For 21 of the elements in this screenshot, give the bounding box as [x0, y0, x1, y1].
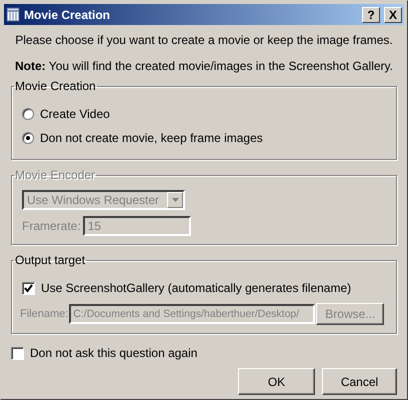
radio-label: Create Video: [40, 107, 110, 121]
cancel-button[interactable]: Cancel: [322, 368, 397, 395]
checkbox[interactable]: [11, 346, 24, 360]
window-title: Movie Creation: [24, 8, 112, 22]
checkbox-label: Don not ask this question again: [30, 346, 198, 360]
radio-button[interactable]: [22, 108, 34, 120]
caret-icon: [172, 198, 178, 202]
group-title: Movie Creation: [14, 79, 97, 93]
radio-label: Don not create movie, keep frame images: [40, 131, 263, 145]
note-text: Note: You will find the created movie/images in the Screenshot Gallery.: [14, 59, 394, 73]
ok-button[interactable]: OK: [238, 368, 315, 395]
intro-text: Please choose if you want to create a movie or keep the image frames.: [14, 33, 394, 47]
help-button[interactable]: ?: [362, 6, 380, 22]
filename-label: Filename:: [20, 308, 68, 320]
framerate-label: Framerate:: [22, 219, 81, 233]
radio-button[interactable]: [22, 132, 34, 144]
group-title: Output target: [14, 253, 86, 267]
checkbox-label: Use ScreenshotGallery (automatically generates filename): [41, 281, 352, 295]
app-icon: [6, 7, 20, 22]
close-button[interactable]: X: [384, 6, 402, 22]
group-title: Movie Encoder: [14, 168, 96, 182]
